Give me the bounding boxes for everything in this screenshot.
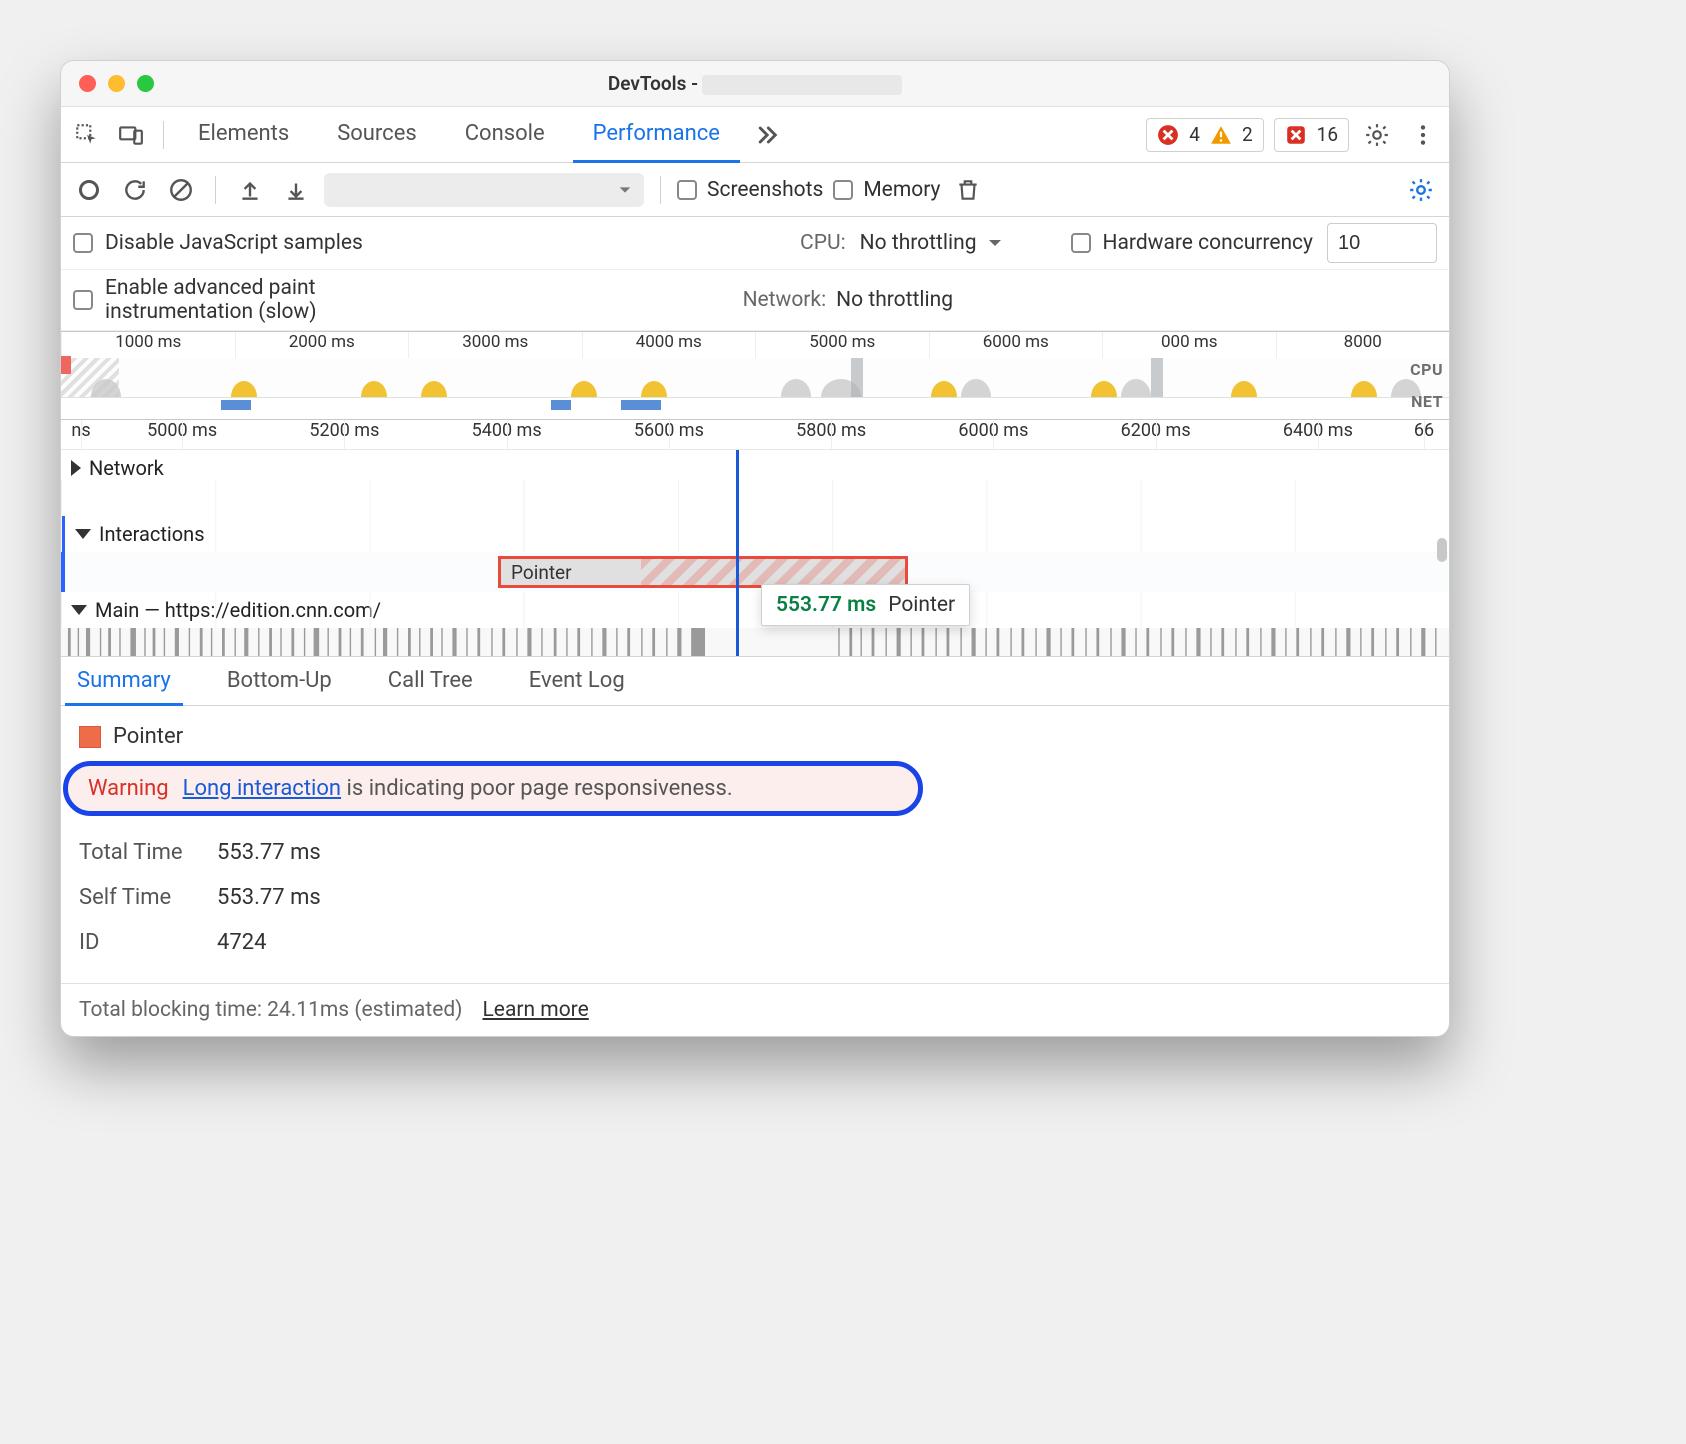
more-options-icon[interactable]	[1405, 117, 1441, 153]
long-interaction-link[interactable]: Long interaction	[183, 776, 341, 801]
overview-cpu-graph	[61, 358, 1449, 398]
overview-ticks: 1000 ms 2000 ms 3000 ms 4000 ms 5000 ms …	[61, 332, 1449, 358]
network-track-header[interactable]: Network	[61, 450, 1449, 486]
warning-icon	[1210, 124, 1232, 146]
performance-toolbar: Screenshots Memory	[61, 163, 1449, 217]
screenshots-checkbox[interactable]: Screenshots	[677, 178, 823, 202]
minimize-window-button[interactable]	[108, 75, 125, 92]
summary-pane: Pointer Warning Long interaction is indi…	[61, 706, 1449, 983]
warning-text: is indicating poor page responsiveness.	[347, 776, 733, 801]
cpu-throttle-select[interactable]: No throttling	[860, 231, 1003, 255]
playhead-marker[interactable]	[736, 450, 739, 656]
details-tab-event-log[interactable]: Event Log	[517, 657, 637, 706]
close-window-button[interactable]	[79, 75, 96, 92]
tab-performance[interactable]: Performance	[573, 107, 740, 163]
redacted-title	[702, 75, 902, 95]
timeline-overview[interactable]: 1000 ms 2000 ms 3000 ms 4000 ms 5000 ms …	[61, 331, 1449, 419]
options-row-1: Disable JavaScript samples CPU: No throt…	[61, 217, 1449, 270]
enable-paint-checkbox[interactable]: Enable advanced paint instrumentation (s…	[73, 276, 317, 324]
id-row: ID 4724	[79, 920, 1431, 965]
details-tab-bottom-up[interactable]: Bottom-Up	[215, 657, 344, 706]
tab-sources[interactable]: Sources	[317, 107, 437, 163]
vertical-scrollbar[interactable]	[1437, 538, 1447, 562]
traffic-lights	[61, 75, 154, 92]
capture-settings-icon[interactable]	[1403, 172, 1439, 208]
window-title: DevTools -	[61, 72, 1449, 95]
settings-icon[interactable]	[1359, 117, 1395, 153]
details-tab-call-tree[interactable]: Call Tree	[376, 657, 485, 706]
tooltip-label: Pointer	[888, 593, 955, 617]
self-time-row: Self Time 553.77 ms	[79, 875, 1431, 920]
error-icon	[1157, 124, 1179, 146]
total-time-row: Total Time 553.77 ms	[79, 830, 1431, 875]
device-toolbar-icon[interactable]	[113, 117, 149, 153]
profile-selector[interactable]	[324, 173, 644, 207]
inspect-element-icon[interactable]	[69, 117, 105, 153]
warning-label: Warning	[88, 776, 169, 801]
cpu-label: CPU:	[800, 231, 846, 255]
tab-console[interactable]: Console	[445, 107, 565, 163]
details-tab-summary[interactable]: Summary	[65, 657, 183, 706]
net-axis-label: NET	[1411, 392, 1443, 411]
learn-more-link[interactable]: Learn more	[483, 998, 589, 1022]
details-tabstrip: Summary Bottom-Up Call Tree Event Log	[61, 656, 1449, 706]
devtools-window: DevTools - Elements Sources Console Perf…	[60, 60, 1450, 1037]
interactions-lane[interactable]: Pointer	[61, 552, 1449, 592]
chevron-down-icon	[75, 529, 91, 539]
tooltip-duration: 553.77 ms	[776, 593, 876, 617]
issues-badge[interactable]: 16	[1274, 118, 1349, 152]
more-tabs-icon[interactable]	[748, 117, 784, 153]
issues-icon	[1285, 124, 1307, 146]
hardware-concurrency-input[interactable]	[1327, 223, 1437, 263]
tabstrip-right: 4 2 16	[1146, 117, 1441, 153]
maximize-window-button[interactable]	[137, 75, 154, 92]
reload-record-icon[interactable]	[117, 172, 153, 208]
network-label: Network:	[743, 288, 827, 312]
summary-legend: Pointer	[79, 716, 1431, 757]
flame-chart[interactable]: ns 5000 ms 5200 ms 5400 ms 5600 ms 5800 …	[61, 419, 1449, 656]
hardware-concurrency-checkbox[interactable]: Hardware concurrency	[1071, 231, 1313, 255]
chevron-right-icon	[71, 460, 81, 476]
network-throttle-select[interactable]: No throttling	[836, 288, 953, 312]
warning-callout: Warning Long interaction is indicating p…	[63, 761, 923, 816]
clear-icon[interactable]	[163, 172, 199, 208]
trash-icon[interactable]	[950, 172, 986, 208]
tbt-text: Total blocking time: 24.11ms (estimated)	[79, 998, 463, 1022]
separator	[215, 176, 216, 204]
separator	[163, 121, 164, 149]
cpu-axis-label: CPU	[1410, 360, 1443, 379]
tab-elements[interactable]: Elements	[178, 107, 309, 163]
options-row-2: Enable advanced paint instrumentation (s…	[61, 270, 1449, 331]
memory-checkbox[interactable]: Memory	[833, 178, 940, 202]
main-thread-tasks[interactable]	[61, 628, 1449, 656]
legend-color-swatch	[79, 726, 101, 748]
devtools-tabstrip: Elements Sources Console Performance 4 2	[61, 107, 1449, 163]
record-button[interactable]	[71, 172, 107, 208]
interaction-tooltip: 553.77 ms Pointer	[761, 584, 970, 626]
timeline-ruler: ns 5000 ms 5200 ms 5400 ms 5600 ms 5800 …	[61, 420, 1449, 450]
chevron-down-icon	[71, 605, 87, 615]
overview-net-graph	[61, 398, 1449, 412]
upload-profile-icon[interactable]	[232, 172, 268, 208]
window-titlebar: DevTools -	[61, 61, 1449, 107]
interactions-track-header[interactable]: Interactions	[61, 516, 1449, 552]
footer-bar: Total blocking time: 24.11ms (estimated)…	[61, 983, 1449, 1036]
console-errors-badge[interactable]: 4 2	[1146, 118, 1263, 152]
download-profile-icon[interactable]	[278, 172, 314, 208]
main-thread-track-header[interactable]: Main — https://edition.cnn.com/	[61, 592, 1449, 628]
separator	[660, 176, 661, 204]
disable-js-samples-checkbox[interactable]: Disable JavaScript samples	[73, 231, 363, 255]
